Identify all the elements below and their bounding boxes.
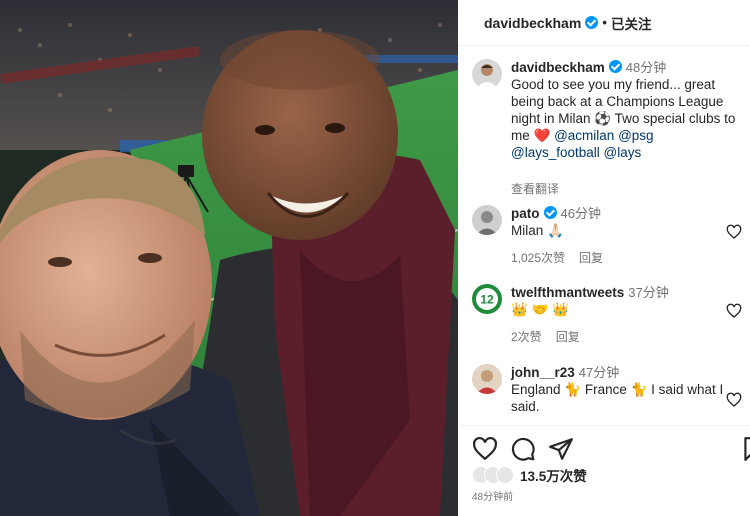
- verified-badge-icon: [585, 16, 599, 29]
- caption-meta: 查看翻译: [511, 180, 573, 197]
- verified-badge-icon: [608, 60, 622, 73]
- post-photo[interactable]: [0, 0, 458, 516]
- mention-lays[interactable]: @lays: [604, 145, 642, 160]
- following-button[interactable]: 已关注: [611, 13, 652, 33]
- likes-count[interactable]: 13.5万次赞: [520, 465, 587, 485]
- comment-body: 👑 🤝 👑: [511, 302, 569, 317]
- comment-text: john__r23 47分钟 England 🐈 France 🐈 I said …: [511, 364, 736, 415]
- save-bookmark-icon[interactable]: [740, 436, 750, 462]
- mention-lays-football[interactable]: @lays_football: [511, 145, 600, 160]
- svg-text:12: 12: [480, 293, 494, 307]
- red-heart-emoji: ❤️: [533, 128, 551, 143]
- comment-time: 46分钟: [560, 206, 601, 221]
- like-heart-icon[interactable]: [472, 436, 498, 462]
- reply-button[interactable]: 回复: [556, 330, 580, 344]
- soccer-ball-emoji: ⚽: [594, 111, 612, 126]
- caption-username[interactable]: davidbeckham: [511, 60, 605, 75]
- post-timestamp[interactable]: 48分钟前: [472, 488, 513, 503]
- liker-avatar[interactable]: [496, 466, 514, 484]
- comment-username[interactable]: john__r23: [511, 365, 575, 380]
- like-comment-heart-icon[interactable]: [726, 392, 742, 408]
- post-sidebar: davidbeckham • 已关注 davidbeckham 48分钟 Good…: [458, 0, 750, 516]
- comments-list[interactable]: davidbeckham 48分钟 Good to see you my frie…: [458, 46, 750, 425]
- comment-item: john__r23 47分钟 England 🐈 France 🐈 I said …: [472, 364, 742, 424]
- comment-body: England 🐈 France 🐈 I said what I said.: [511, 382, 724, 414]
- comment-time: 47分钟: [578, 365, 620, 380]
- verified-badge-icon: [543, 206, 557, 219]
- photo-illustration: [0, 0, 458, 516]
- comment-likes[interactable]: 2次赞: [511, 330, 542, 344]
- comment-likes[interactable]: 1,025次赞: [511, 251, 565, 265]
- translate-link[interactable]: 查看翻译: [511, 182, 559, 196]
- comment-username[interactable]: pato: [511, 206, 540, 221]
- caption-row: davidbeckham 48分钟 Good to see you my frie…: [472, 59, 742, 196]
- likes-summary: 13.5万次赞: [472, 465, 587, 485]
- comment-bubble-icon[interactable]: [510, 436, 536, 462]
- like-comment-heart-icon[interactable]: [726, 224, 742, 240]
- mention-acmilan[interactable]: @acmilan: [554, 128, 614, 143]
- share-paper-plane-icon[interactable]: [548, 436, 574, 462]
- avatar[interactable]: [472, 364, 502, 394]
- post-header: davidbeckham • 已关注: [458, 0, 750, 46]
- header-separator: •: [602, 15, 607, 30]
- comment-body: Milan 🙏🏻: [511, 223, 564, 238]
- caption-time: 48分钟: [625, 60, 667, 75]
- avatar[interactable]: 12: [472, 284, 502, 314]
- comment-text: twelfthmantweets 37分钟 👑 🤝 👑: [511, 284, 736, 318]
- caption-text: davidbeckham 48分钟 Good to see you my frie…: [511, 59, 736, 161]
- comment-item: 12 twelfthmantweets 37分钟 👑 🤝 👑 2次赞 回复: [472, 284, 742, 344]
- comment-time: 37分钟: [628, 285, 669, 300]
- avatar[interactable]: [472, 59, 502, 89]
- like-comment-heart-icon[interactable]: [726, 303, 742, 319]
- comment-text: pato 46分钟 Milan 🙏🏻: [511, 205, 736, 239]
- avatar[interactable]: [472, 205, 502, 235]
- comment-meta: 2次赞 回复: [511, 328, 594, 345]
- comment-meta: 1,025次赞 回复: [511, 249, 617, 266]
- comment-username[interactable]: twelfthmantweets: [511, 285, 624, 300]
- header-username[interactable]: davidbeckham: [484, 15, 581, 31]
- comment-item: pato 46分钟 Milan 🙏🏻 1,025次赞 回复: [472, 205, 742, 265]
- mention-psg[interactable]: @psg: [618, 128, 653, 143]
- reply-button[interactable]: 回复: [579, 251, 603, 265]
